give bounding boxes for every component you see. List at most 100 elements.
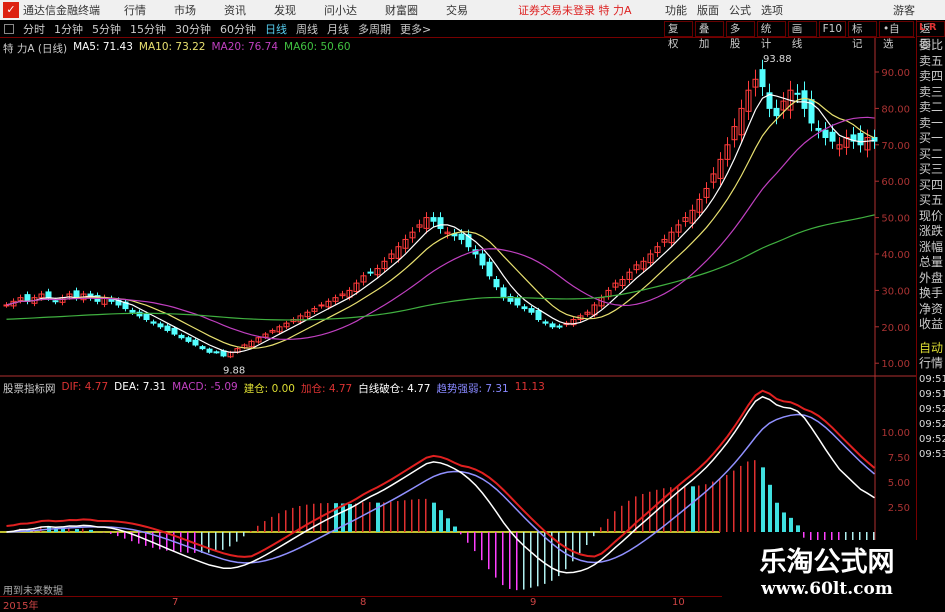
date-label: 7 <box>172 597 178 608</box>
macd-bar <box>523 532 525 590</box>
top-menu-item[interactable]: 选项 <box>761 2 783 18</box>
period-tab[interactable]: 日线 <box>265 21 287 37</box>
watermark-cn: 乐淘公式网 <box>722 540 932 579</box>
menu-item[interactable]: 市场 <box>174 2 196 18</box>
macd-bar <box>488 532 490 569</box>
macd-tick: 5.00 <box>888 478 910 489</box>
candle <box>151 322 156 323</box>
menu-item[interactable]: 资讯 <box>224 2 246 18</box>
period-tab[interactable]: 60分钟 <box>220 21 256 37</box>
candle <box>158 324 163 327</box>
period-tab[interactable]: 分时 <box>23 21 45 37</box>
quote-label: 卖二 <box>919 100 945 116</box>
tool-button[interactable]: F10 <box>819 21 846 37</box>
future-data-note: 用到未来数据 <box>3 582 63 597</box>
tool-button[interactable]: •自选 <box>879 21 914 37</box>
macd-tick: 7.50 <box>888 453 910 464</box>
tool-button[interactable]: 叠加 <box>695 21 724 37</box>
tool-button[interactable]: 标记 <box>848 21 877 37</box>
quote-label: 收益 <box>919 317 945 333</box>
macd-bar <box>635 496 637 532</box>
macd-bar <box>257 526 259 532</box>
tick-time: 09:53 <box>919 447 945 462</box>
quote-label: 买二 <box>919 147 945 163</box>
macd-bar <box>747 461 749 532</box>
macd-bar <box>390 502 392 532</box>
period-tab[interactable]: 更多> <box>400 21 431 37</box>
quote-label: 涨幅 <box>919 240 945 256</box>
panel-toggle-icon[interactable] <box>4 24 14 34</box>
tool-button[interactable]: 统计 <box>757 21 786 37</box>
tool-button[interactable]: 多股 <box>726 21 755 37</box>
candle <box>522 307 527 309</box>
macd-bar <box>110 532 112 534</box>
macd-bar <box>446 518 450 532</box>
macd-bar <box>733 471 735 532</box>
macd-bar <box>404 500 406 532</box>
macd-bar <box>362 502 364 532</box>
macd-bar <box>474 532 476 551</box>
period-tab[interactable]: 1分钟 <box>54 21 83 37</box>
macd-bar <box>614 511 616 532</box>
auto-label[interactable]: 自动 <box>919 341 945 357</box>
macd-bar <box>796 525 800 532</box>
period-tab[interactable]: 30分钟 <box>175 21 211 37</box>
lr-indicator: L R <box>919 20 945 38</box>
menu-item[interactable]: 交易 <box>446 2 468 18</box>
price-tick: 70.00 <box>881 141 910 152</box>
macd-bar <box>775 503 779 532</box>
top-menu-item[interactable]: 版面 <box>697 2 719 18</box>
menu-item[interactable]: 问小达 <box>324 2 357 18</box>
candle <box>74 291 79 298</box>
period-tab[interactable]: 月线 <box>327 21 349 37</box>
quote-label: 净资 <box>919 302 945 318</box>
candle <box>494 280 499 287</box>
candle <box>200 347 205 349</box>
candle <box>830 132 835 141</box>
candle <box>207 349 212 352</box>
candle <box>438 218 443 229</box>
quote-label: 外盘 <box>919 271 945 287</box>
macd-bar <box>628 501 630 532</box>
price-tick: 20.00 <box>881 323 910 334</box>
macd-bar <box>761 467 765 532</box>
candle <box>179 335 184 337</box>
macd-bar <box>579 532 581 553</box>
top-menu-item[interactable]: 功能 <box>665 2 687 18</box>
macd-bar <box>586 532 588 545</box>
menu-item[interactable]: 行情 <box>124 2 146 18</box>
macd-bar <box>726 475 728 532</box>
login-warning[interactable]: 证券交易未登录 特 力A <box>518 2 632 18</box>
period-tab[interactable]: 周线 <box>296 21 318 37</box>
price-tick: 30.00 <box>881 286 910 297</box>
macd-bar <box>341 503 345 532</box>
candle <box>802 91 807 109</box>
macd-bar <box>607 519 609 532</box>
macd-bar <box>789 518 793 532</box>
tool-button[interactable]: 复权 <box>664 21 693 37</box>
macd-bar <box>327 503 329 532</box>
guest-button[interactable]: 游客 <box>893 2 915 18</box>
menu-item[interactable]: 发现 <box>274 2 296 18</box>
candle <box>186 338 191 342</box>
candle <box>543 322 548 323</box>
price-tick: 40.00 <box>881 250 910 261</box>
period-tab[interactable]: 多周期 <box>358 21 391 37</box>
macd-bar <box>509 532 511 589</box>
period-tab[interactable]: 5分钟 <box>92 21 121 37</box>
tool-button[interactable]: 画线 <box>788 21 817 37</box>
period-tab[interactable]: 15分钟 <box>130 21 166 37</box>
quote-tab[interactable]: 行情 <box>919 356 945 372</box>
macd-bar <box>411 500 413 532</box>
watermark-url: www.60lt.com <box>722 579 932 599</box>
price-tick: 80.00 <box>881 104 910 115</box>
top-menu-item[interactable]: 公式 <box>729 2 751 18</box>
menu-item[interactable]: 财富圈 <box>385 2 418 18</box>
macd-bar <box>432 503 436 532</box>
chart-area[interactable]: 10.0020.0030.0040.0050.0060.0070.0080.00… <box>0 38 916 596</box>
macd-bar <box>425 499 427 532</box>
price-tick: 10.00 <box>881 359 910 370</box>
tick-time: 09:51 <box>919 372 945 387</box>
macd-bar <box>754 460 756 532</box>
date-label: 10 <box>672 597 685 608</box>
